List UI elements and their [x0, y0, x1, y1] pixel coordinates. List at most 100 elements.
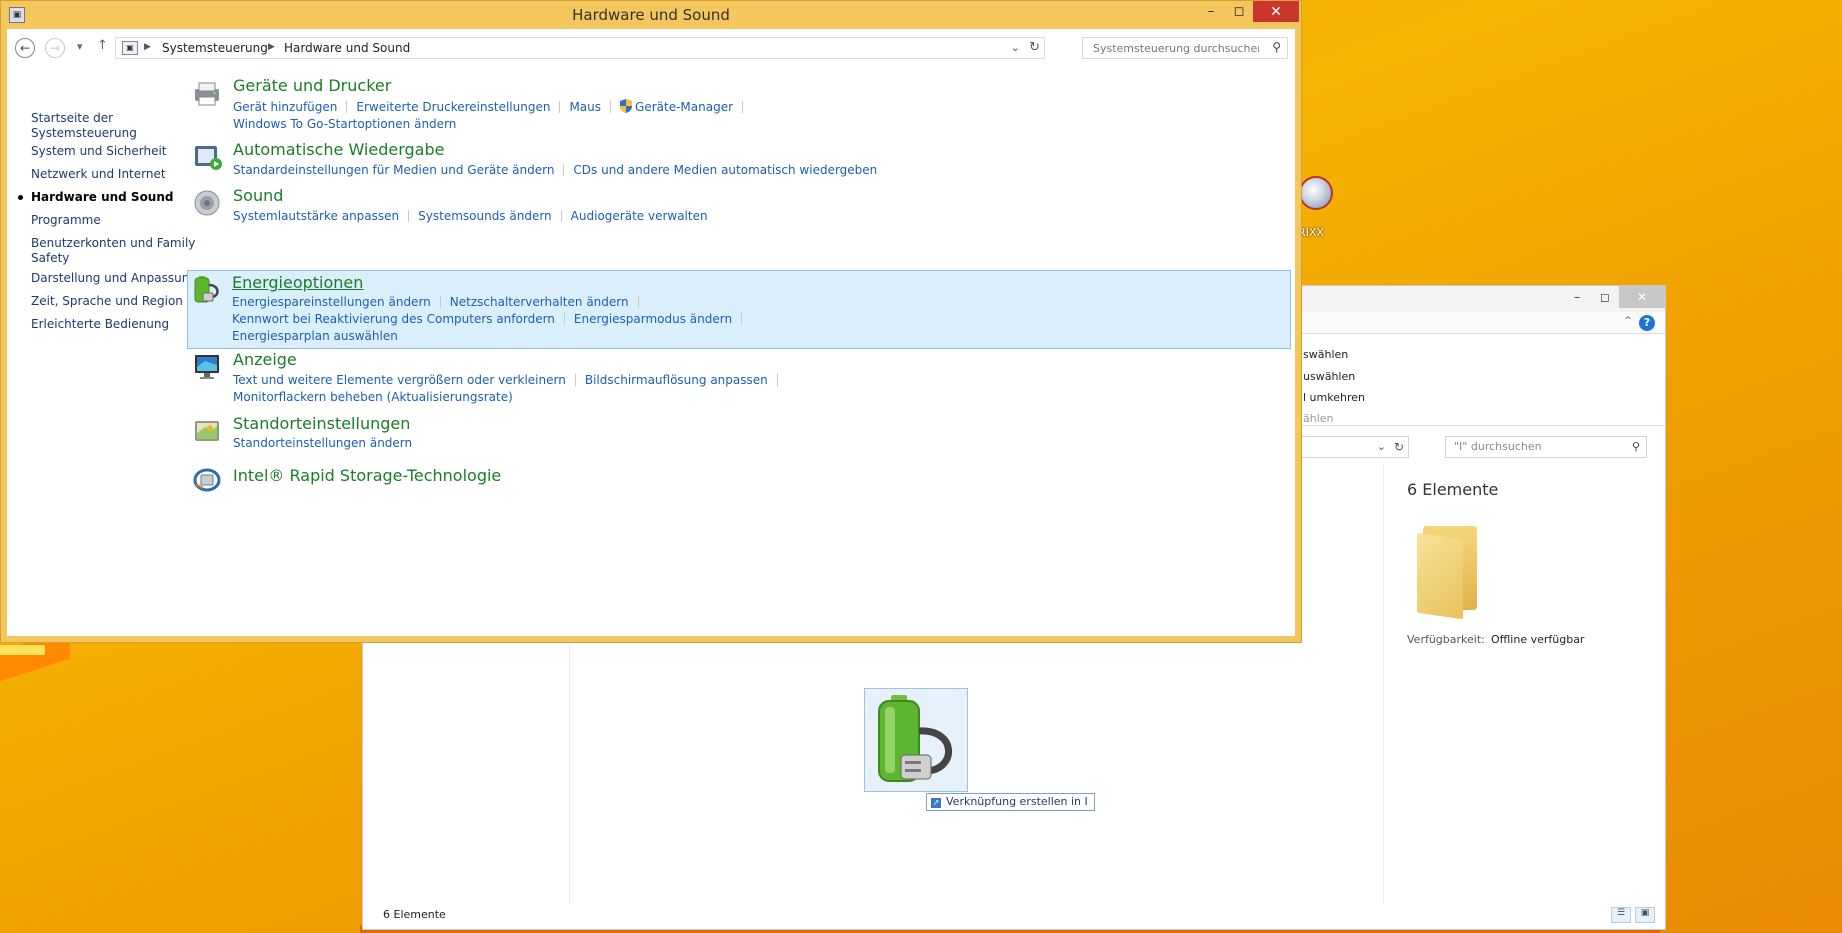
category-display: Anzeige Text und weitere Elemente vergrö…	[189, 349, 1289, 411]
link-mouse[interactable]: Maus	[569, 100, 601, 114]
monitor-icon	[195, 355, 219, 379]
link-power-saving-settings[interactable]: Energiespareinstellungen ändern	[232, 295, 431, 309]
link-system-sounds[interactable]: Systemsounds ändern	[418, 209, 552, 223]
link-windows-to-go[interactable]: Windows To Go-Startoptionen ändern	[233, 117, 456, 131]
search-field[interactable]: ⚲	[1082, 37, 1288, 59]
view-switcher: ☰ ▣	[1611, 907, 1655, 923]
link-power-plan[interactable]: Energiesparplan auswählen	[232, 329, 398, 343]
speaker-icon	[194, 190, 220, 216]
close-icon[interactable]: ✕	[1619, 286, 1665, 308]
sidebar-item-hardware-sound[interactable]: Hardware und Sound	[18, 190, 206, 205]
link-separator	[610, 101, 612, 113]
sidebar-item-programs[interactable]: Programme	[31, 213, 206, 228]
link-power-button-behavior[interactable]: Netzschalterverhalten ändern	[450, 295, 629, 309]
location-icon	[195, 421, 219, 441]
link-separator	[559, 101, 561, 113]
category-title[interactable]: Anzeige	[233, 350, 297, 369]
link-separator	[574, 374, 576, 386]
chevron-down-icon[interactable]: ⌄	[1377, 440, 1386, 453]
refresh-icon[interactable]: ↻	[1394, 440, 1404, 454]
explorer-search-placeholder: "I" durchsuchen	[1454, 440, 1542, 453]
ribbon-invert-selection[interactable]: l umkehren	[1303, 391, 1365, 404]
link-separator	[741, 313, 743, 325]
folder-icon	[1415, 526, 1485, 620]
category-sound: Sound Systemlautstärke anpassen Systemsou…	[189, 185, 1289, 231]
sidebar-item-user-accounts[interactable]: Benutzerkonten und Family Safety	[31, 236, 206, 266]
link-separator	[637, 296, 639, 308]
search-icon[interactable]: ⚲	[1632, 440, 1640, 453]
link-refresh-rate[interactable]: Monitorflackern beheben (Aktualisierungs…	[233, 390, 513, 404]
link-advanced-printer-settings[interactable]: Erweiterte Druckereinstellungen	[356, 100, 550, 114]
help-icon[interactable]: ?	[1639, 315, 1655, 331]
chevron-up-icon[interactable]: ⌃	[1623, 314, 1633, 328]
link-audio-devices[interactable]: Audiogeräte verwalten	[571, 209, 708, 223]
close-icon[interactable]: ✕	[1253, 1, 1299, 22]
desktop-shortcut[interactable]: RIXX	[1296, 176, 1336, 239]
explorer-search-input[interactable]: "I" durchsuchen ⚲	[1445, 436, 1647, 458]
breadcrumb-hardware-und-sound[interactable]: Hardware und Sound	[284, 41, 410, 55]
battery-plug-icon	[194, 276, 219, 303]
control-panel-icon: ▣	[122, 41, 138, 55]
sidebar-item-system-security[interactable]: System und Sicherheit	[31, 144, 206, 159]
ribbon-select-none[interactable]: uswählen	[1303, 370, 1355, 383]
sidebar-item-ease-of-access[interactable]: Erleichterte Bedienung	[31, 317, 206, 332]
window-titlebar[interactable]: ▣ Hardware und Sound – ◻ ✕	[1, 1, 1301, 29]
sidebar-item-label: Hardware und Sound	[31, 190, 174, 204]
category-title[interactable]: Geräte und Drucker	[233, 76, 391, 95]
ribbon-select-all[interactable]: swählen	[1303, 348, 1348, 361]
drag-tooltip-text: Verknüpfung erstellen in I	[946, 795, 1088, 808]
control-panel-window[interactable]: ▣ Hardware und Sound – ◻ ✕ ← → ▾ ↑ ▣ ▶ S…	[0, 0, 1302, 643]
details-item-count: 6 Elemente	[1407, 480, 1499, 499]
category-links: Energiespareinstellungen ändern Netzschal…	[232, 295, 648, 309]
autoplay-icon	[195, 146, 222, 170]
details-view-icon[interactable]: ☰	[1611, 907, 1631, 923]
search-icon[interactable]: ⚲	[1272, 40, 1281, 54]
category-links: Standardeinstellungen für Medien und Ger…	[233, 163, 877, 177]
minimize-icon[interactable]: –	[1197, 1, 1225, 22]
sidebar-item-home[interactable]: Startseite der Systemsteuerung	[31, 111, 206, 141]
breadcrumb-systemsteuerung[interactable]: Systemsteuerung	[162, 41, 268, 55]
address-bar[interactable]: ▣ ▶ Systemsteuerung ▶ Hardware und Sound…	[115, 37, 1045, 59]
link-device-manager[interactable]: Geräte-Manager	[635, 100, 733, 114]
search-input[interactable]	[1091, 39, 1261, 57]
shortcut-arrow-icon: ↗	[931, 798, 941, 808]
recent-locations-icon[interactable]: ▾	[77, 40, 83, 53]
chevron-down-icon[interactable]: ⌄	[1011, 41, 1020, 54]
refresh-icon[interactable]: ↻	[1029, 40, 1040, 55]
link-require-password-on-wake[interactable]: Kennwort bei Reaktivierung des Computers…	[232, 312, 555, 326]
active-bullet-icon	[18, 195, 23, 200]
link-change-location-settings[interactable]: Standorteinstellungen ändern	[233, 436, 412, 450]
maximize-icon[interactable]: ◻	[1591, 286, 1619, 308]
link-add-device[interactable]: Gerät hinzufügen	[233, 100, 337, 114]
large-icons-view-icon[interactable]: ▣	[1635, 907, 1655, 923]
link-autoplay-cds[interactable]: CDs und andere Medien automatisch wieder…	[573, 163, 877, 177]
category-title[interactable]: Sound	[233, 186, 283, 205]
chevron-right-icon[interactable]: ▶	[268, 42, 275, 52]
app-shortcut-icon	[1299, 176, 1333, 210]
link-text-size[interactable]: Text und weitere Elemente vergrößern ode…	[233, 373, 566, 387]
category-title[interactable]: Automatische Wiedergabe	[233, 140, 444, 159]
forward-arrow-icon[interactable]: →	[45, 38, 65, 58]
sidebar-item-network[interactable]: Netzwerk und Internet	[31, 167, 206, 182]
category-title[interactable]: Intel® Rapid Storage-Technologie	[233, 466, 501, 485]
availability-label: Verfügbarkeit:	[1407, 633, 1485, 646]
category-power-options[interactable]: Energieoptionen Energiespareinstellungen…	[187, 270, 1291, 349]
sidebar-item-clock-region[interactable]: Zeit, Sprache und Region	[31, 294, 206, 309]
category-title[interactable]: Standorteinstellungen	[233, 414, 410, 433]
window-content: ← → ▾ ↑ ▣ ▶ Systemsteuerung ▶ Hardware u…	[7, 29, 1295, 636]
back-arrow-icon[interactable]: ←	[15, 38, 35, 58]
category-title[interactable]: Energieoptionen	[232, 273, 363, 292]
maximize-icon[interactable]: ◻	[1225, 1, 1253, 22]
link-system-volume[interactable]: Systemlautstärke anpassen	[233, 209, 399, 223]
navigation-bar: ← → ▾ ↑ ▣ ▶ Systemsteuerung ▶ Hardware u…	[7, 29, 1295, 69]
link-screen-resolution[interactable]: Bildschirmauflösung anpassen	[585, 373, 768, 387]
chevron-right-icon[interactable]: ▶	[144, 42, 151, 52]
link-sleep-mode[interactable]: Energiesparmodus ändern	[574, 312, 732, 326]
details-pane-divider	[1383, 464, 1384, 904]
up-arrow-icon[interactable]: ↑	[97, 38, 108, 53]
wallpaper-shape	[0, 645, 45, 655]
minimize-icon[interactable]: –	[1563, 286, 1591, 308]
sidebar-item-appearance[interactable]: Darstellung und Anpassung	[31, 271, 206, 286]
window-title: Hardware und Sound	[572, 6, 730, 24]
link-media-defaults[interactable]: Standardeinstellungen für Medien und Ger…	[233, 163, 554, 177]
